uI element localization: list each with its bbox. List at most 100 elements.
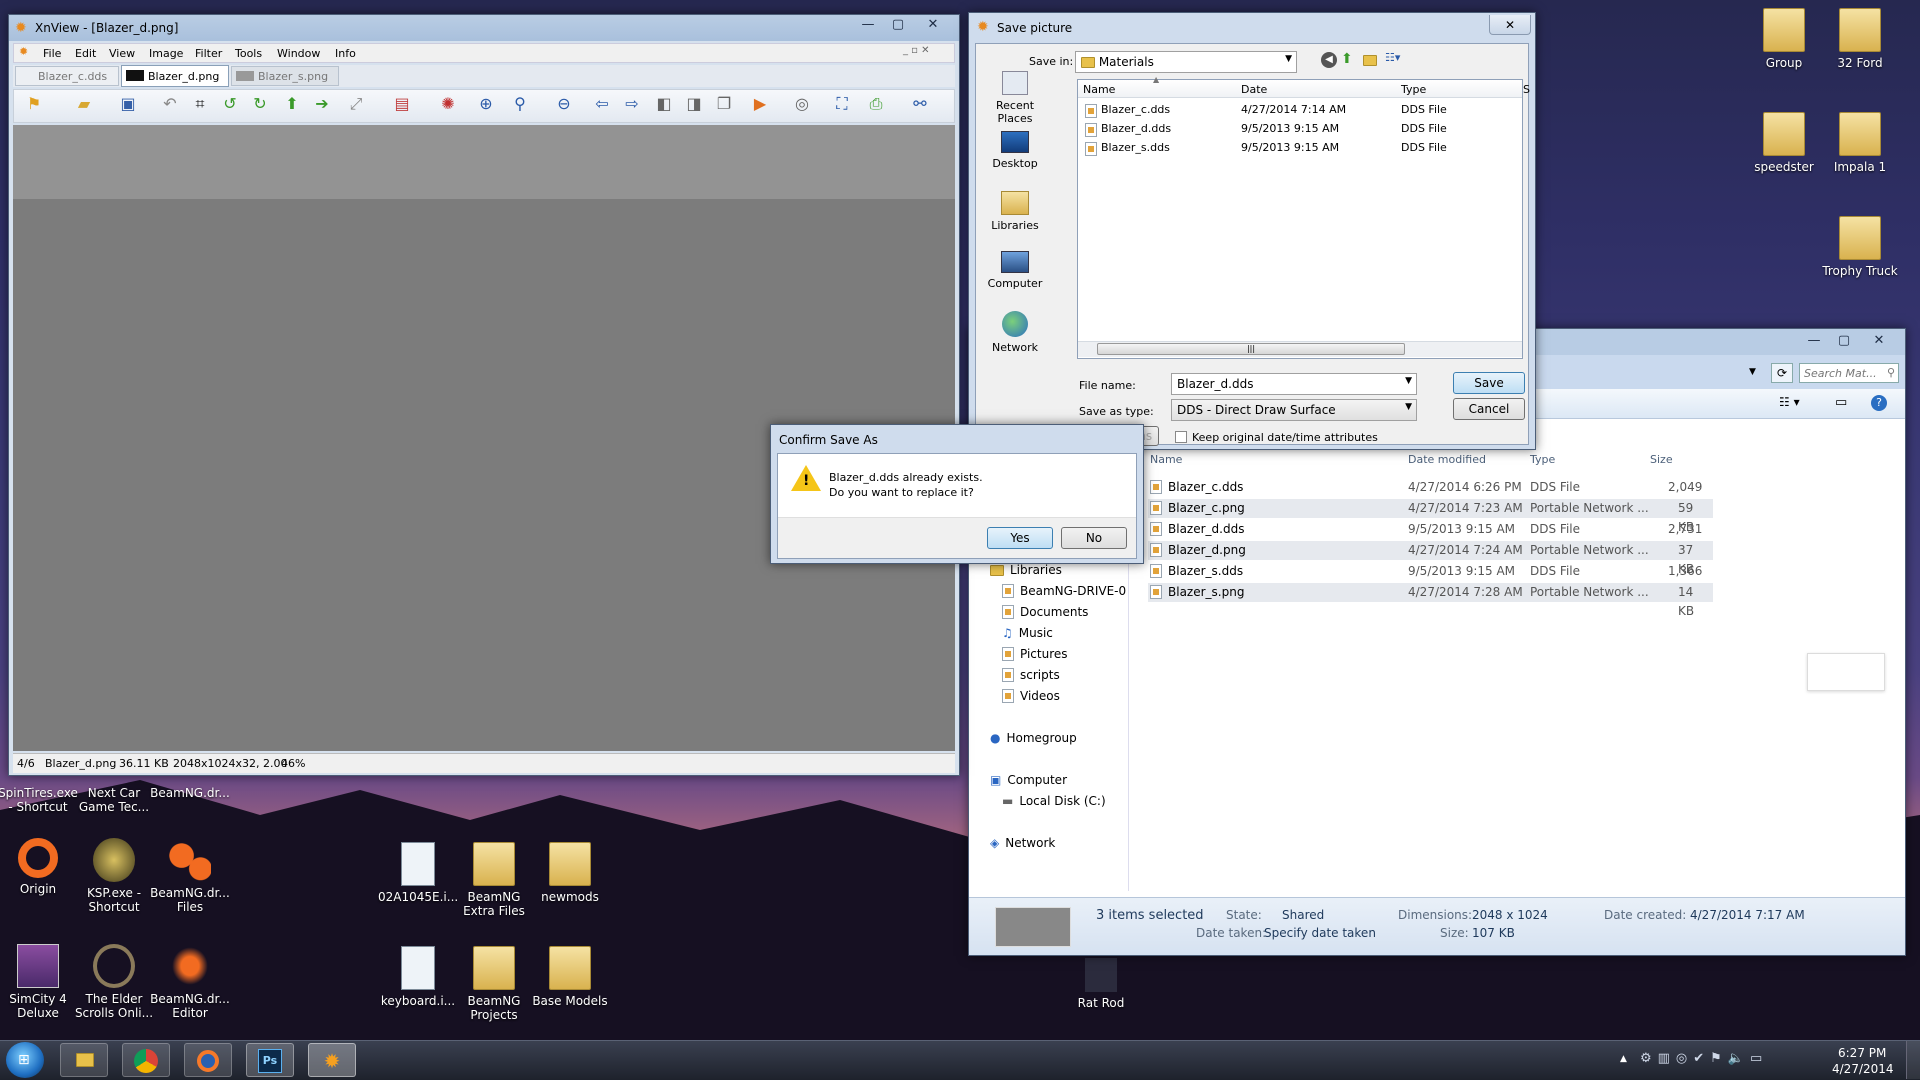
place-network[interactable]: Network: [979, 311, 1051, 354]
crop-icon[interactable]: ⌗: [188, 93, 212, 115]
browser-icon[interactable]: ⚑: [22, 93, 46, 115]
col-name[interactable]: Name: [1083, 83, 1115, 96]
nav-libraries[interactable]: Libraries: [990, 563, 1062, 577]
open-folder-icon[interactable]: ▰: [72, 93, 96, 115]
nav-local-disk[interactable]: ▬ Local Disk (C:): [1002, 794, 1106, 808]
menu-edit[interactable]: Edit: [75, 47, 96, 60]
desktop-icon-beamng-files[interactable]: BeamNG.dr... Files: [150, 838, 230, 914]
menu-file[interactable]: File: [43, 47, 61, 60]
file-row[interactable]: Blazer_s.dds 9/5/2013 9:15 AM DDS File 1,36…: [1148, 562, 1713, 597]
yes-button[interactable]: Yes: [987, 527, 1053, 549]
menu-filter[interactable]: Filter: [195, 47, 222, 60]
rotate-left-icon[interactable]: ↺: [218, 93, 242, 115]
file-row[interactable]: Blazer_c.dds 4/27/2014 7:14 AM DDS File: [1085, 103, 1485, 119]
zoom-in-icon[interactable]: ⊕: [474, 93, 498, 115]
next-icon[interactable]: ⇨: [620, 93, 644, 115]
place-desktop[interactable]: Desktop: [979, 131, 1051, 170]
desktop-icon-group[interactable]: Group: [1744, 8, 1824, 70]
clock-time[interactable]: 6:27 PM: [1838, 1046, 1886, 1060]
menu-image[interactable]: Image: [149, 47, 183, 60]
close-icon[interactable]: ✕: [913, 15, 953, 35]
taskbar-photoshop[interactable]: Ps: [246, 1043, 294, 1077]
menu-info[interactable]: Info: [335, 47, 356, 60]
file-row[interactable]: Blazer_s.dds 9/5/2013 9:15 AM DDS File: [1085, 141, 1485, 157]
copy-icon[interactable]: ❐: [712, 93, 736, 115]
new-folder-icon[interactable]: [1363, 53, 1377, 66]
zoom-out-icon[interactable]: ⊖: [552, 93, 576, 115]
col-header-date[interactable]: Date modified: [1408, 453, 1486, 466]
zoom-icon[interactable]: ⚲: [508, 93, 532, 115]
binoculars-icon[interactable]: ⚯: [908, 93, 932, 115]
desktop-icon-spintires[interactable]: SpinTires.exe - Shortcut: [0, 786, 78, 814]
nav-computer[interactable]: ▣ Computer: [990, 773, 1067, 787]
file-row[interactable]: Blazer_d.png 4/27/2014 7:24 AM Portable Ne…: [1148, 541, 1713, 576]
resize-icon[interactable]: ⤢: [344, 93, 368, 115]
up-folder-icon[interactable]: ⬆: [1341, 51, 1353, 67]
first-icon[interactable]: ◧: [652, 93, 676, 115]
file-row[interactable]: Blazer_c.png 4/27/2014 7:23 AM Portable Ne…: [1148, 499, 1713, 534]
col-header-size[interactable]: Size: [1650, 453, 1673, 466]
rotate-right-icon[interactable]: ↻: [248, 93, 272, 115]
tab-blazer-c[interactable]: Blazer_c.dds: [15, 66, 119, 86]
nav-lib-scripts[interactable]: scripts: [1002, 668, 1060, 682]
taskbar-xnview[interactable]: ✹: [308, 1043, 356, 1077]
col-type[interactable]: Type: [1401, 83, 1426, 96]
desktop-icon-rat-rod[interactable]: Rat Rod: [1061, 958, 1141, 1010]
place-computer[interactable]: Computer: [979, 251, 1051, 290]
desktop-icon-trophy-truck[interactable]: Trophy Truck: [1820, 216, 1900, 278]
nav-homegroup[interactable]: ● Homegroup: [990, 731, 1077, 745]
desktop-icon-simcity[interactable]: SimCity 4 Deluxe: [0, 944, 78, 1020]
back-icon[interactable]: ◀: [1321, 52, 1337, 68]
menu-view[interactable]: View: [109, 47, 135, 60]
nav-lib-beamng[interactable]: BeamNG-DRIVE-0: [1002, 584, 1126, 598]
effects-icon[interactable]: ✺: [436, 93, 460, 115]
views-icon[interactable]: ☷ ▾: [1779, 395, 1800, 409]
export-icon[interactable]: ➔: [310, 93, 334, 115]
view-menu-icon[interactable]: ☷▾: [1385, 51, 1400, 64]
desktop-icon-next-car-game[interactable]: Next Car Game Tec...: [74, 786, 154, 814]
save-button[interactable]: Save: [1453, 372, 1525, 394]
minimize-icon[interactable]: —: [853, 15, 883, 35]
file-list[interactable]: [1077, 79, 1523, 359]
fullscreen-icon[interactable]: ⛶: [830, 93, 854, 115]
tray-show-hidden-icon[interactable]: ▲: [1620, 1054, 1627, 1064]
last-icon[interactable]: ◨: [682, 93, 706, 115]
save-as-type-select[interactable]: DDS - Direct Draw Surface ▼: [1171, 399, 1417, 421]
taskbar-blender[interactable]: [184, 1043, 232, 1077]
menu-tools[interactable]: Tools: [235, 47, 262, 60]
file-row[interactable]: Blazer_d.dds 9/5/2013 9:15 AM DDS File 2,73…: [1148, 520, 1713, 555]
desktop-icon-base-models[interactable]: Base Models: [530, 946, 610, 1008]
desktop-icon-speedster[interactable]: speedster: [1744, 112, 1824, 174]
file-row[interactable]: Blazer_d.dds 9/5/2013 9:15 AM DDS File: [1085, 122, 1485, 138]
nav-lib-pictures[interactable]: Pictures: [1002, 647, 1068, 661]
colors-icon[interactable]: ▤: [390, 93, 414, 115]
desktop-icon-origin[interactable]: Origin: [0, 838, 78, 896]
save-icon[interactable]: ▣: [116, 93, 140, 115]
col-date[interactable]: Date: [1241, 83, 1267, 96]
undo-icon[interactable]: ↶: [158, 93, 182, 115]
address-dropdown-icon[interactable]: ▼: [1749, 367, 1756, 377]
desktop-icon-beamng-editor[interactable]: BeamNG.dr... Editor: [150, 944, 230, 1020]
desktop-icon-32-ford[interactable]: 32 Ford: [1820, 8, 1900, 70]
maximize-icon[interactable]: ▢: [883, 15, 913, 35]
filename-input[interactable]: Blazer_d.dds ▼: [1171, 373, 1417, 395]
place-libraries[interactable]: Libraries: [979, 191, 1051, 232]
previous-icon[interactable]: ⇦: [590, 93, 614, 115]
search-input[interactable]: Search Mat... ⚲: [1799, 363, 1899, 383]
desktop-icon-keyboard[interactable]: keyboard.i...: [378, 946, 458, 1008]
clock-date[interactable]: 4/27/2014: [1832, 1062, 1894, 1076]
show-desktop-button[interactable]: [1906, 1041, 1920, 1079]
slideshow-icon[interactable]: ▶: [748, 93, 772, 115]
place-recent[interactable]: Recent Places: [979, 71, 1051, 125]
taskbar-chrome[interactable]: [122, 1043, 170, 1077]
desktop-icon-beamng-top[interactable]: BeamNG.dr...: [150, 786, 230, 800]
taskbar-explorer[interactable]: [60, 1043, 108, 1077]
menu-window[interactable]: Window: [277, 47, 320, 60]
desktop-icon-elder-scrolls[interactable]: The Elder Scrolls Onli...: [74, 944, 154, 1020]
up-icon[interactable]: ⬆: [280, 93, 304, 115]
preview-pane-icon[interactable]: ▭: [1835, 395, 1847, 410]
keep-date-checkbox[interactable]: [1175, 431, 1187, 443]
cancel-button[interactable]: Cancel: [1453, 398, 1525, 420]
col-header-name[interactable]: Name: [1150, 453, 1182, 466]
close-icon[interactable]: ✕: [1489, 15, 1531, 35]
